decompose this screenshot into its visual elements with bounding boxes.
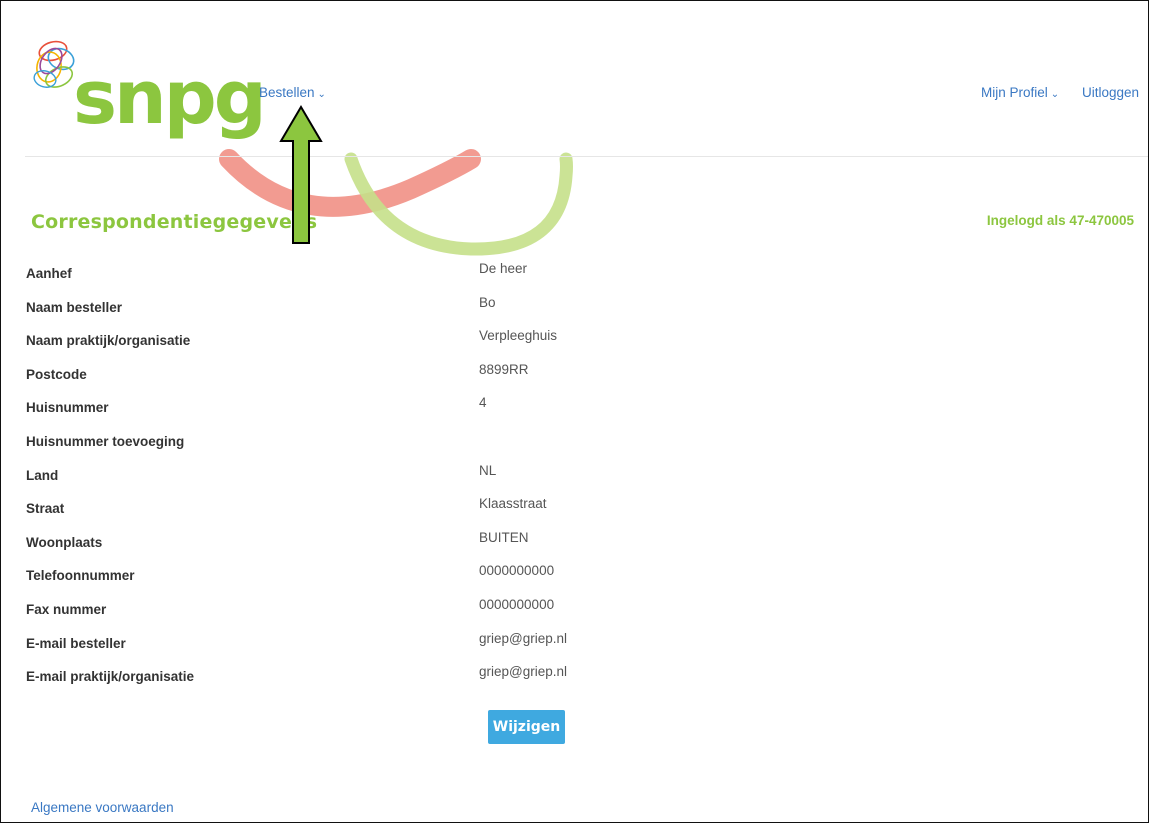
detail-value: BUITEN [479, 529, 529, 545]
detail-label: Fax nummer [26, 601, 107, 617]
detail-row: E-mail besteller griep@griep.nl [1, 627, 1148, 661]
detail-label: Postcode [26, 366, 87, 382]
detail-label: Straat [26, 501, 65, 517]
detail-row: Fax nummer 0000000000 [1, 593, 1148, 627]
detail-value: 0000000000 [479, 596, 555, 612]
detail-row: Land NL [1, 459, 1148, 493]
chevron-down-icon: ⌄ [1050, 89, 1060, 100]
detail-label: Huisnummer [26, 400, 109, 416]
nav-bestellen-menu[interactable]: Bestellen ⌄ [259, 85, 326, 100]
chevron-down-icon: ⌄ [317, 89, 326, 100]
detail-row: E-mail praktijk/organisatie griep@griep.n… [1, 660, 1148, 694]
nav-mijn-profiel-menu[interactable]: Mijn Profiel ⌄ [981, 85, 1059, 100]
nav-mijn-profiel-label: Mijn Profiel [981, 85, 1048, 100]
snpg-logo[interactable]: snpg [27, 35, 267, 165]
detail-value: 4 [479, 395, 487, 411]
detail-label: Land [26, 467, 59, 483]
page-title: Correspondentiegegevens [31, 211, 318, 233]
detail-label: Naam praktijk/organisatie [26, 333, 191, 349]
detail-value: 8899RR [479, 361, 529, 377]
detail-row: Naam praktijk/organisatie Verpleeghuis [1, 324, 1148, 358]
detail-value: griep@griep.nl [479, 630, 568, 646]
page-frame: snpg Bestellen ⌄ Mijn Profiel ⌄ Uitloggen … [0, 0, 1149, 823]
detail-label: Telefoonnummer [26, 568, 135, 584]
detail-row: Huisnummer toevoeging [1, 425, 1148, 459]
detail-value: Verpleeghuis [479, 328, 558, 344]
detail-value: 0000000000 [479, 563, 555, 579]
detail-row: Woonplaats BUITEN [1, 526, 1148, 560]
detail-row: Postcode 8899RR [1, 358, 1148, 392]
detail-label: Naam besteller [26, 299, 123, 315]
detail-value: De heer [479, 261, 528, 276]
detail-value: griep@griep.nl [479, 664, 568, 680]
detail-row: Naam besteller Bo [1, 291, 1148, 325]
detail-row: Straat Klaasstraat [1, 492, 1148, 526]
detail-value: Klaasstraat [479, 496, 547, 512]
detail-row: Telefoonnummer 0000000000 [1, 559, 1148, 593]
logo-wordmark: snpg [73, 55, 267, 141]
nav-bestellen-label: Bestellen [259, 85, 315, 100]
detail-row: Aanhef De heer [1, 257, 1148, 291]
nav-uitloggen-link[interactable]: Uitloggen [1082, 85, 1139, 100]
detail-label: Woonplaats [26, 534, 103, 550]
detail-value: NL [479, 462, 497, 478]
detail-label: Aanhef [26, 266, 72, 281]
correspondence-details: Aanhef De heer Naam besteller Bo Naam prakt… [1, 257, 1148, 694]
detail-label: E-mail praktijk/organisatie [26, 669, 195, 685]
detail-value: Bo [479, 294, 496, 310]
header-divider [25, 156, 1148, 157]
detail-label: Huisnummer toevoeging [26, 433, 185, 449]
logged-in-status: Ingelogd als 47-470005 [986, 213, 1134, 228]
detail-row: Huisnummer 4 [1, 391, 1148, 425]
up-arrow-annotation-icon [279, 105, 323, 244]
wijzigen-button[interactable]: Wijzigen [488, 710, 565, 744]
algemene-voorwaarden-link[interactable]: Algemene voorwaarden [31, 800, 174, 815]
detail-label: E-mail besteller [26, 635, 126, 651]
